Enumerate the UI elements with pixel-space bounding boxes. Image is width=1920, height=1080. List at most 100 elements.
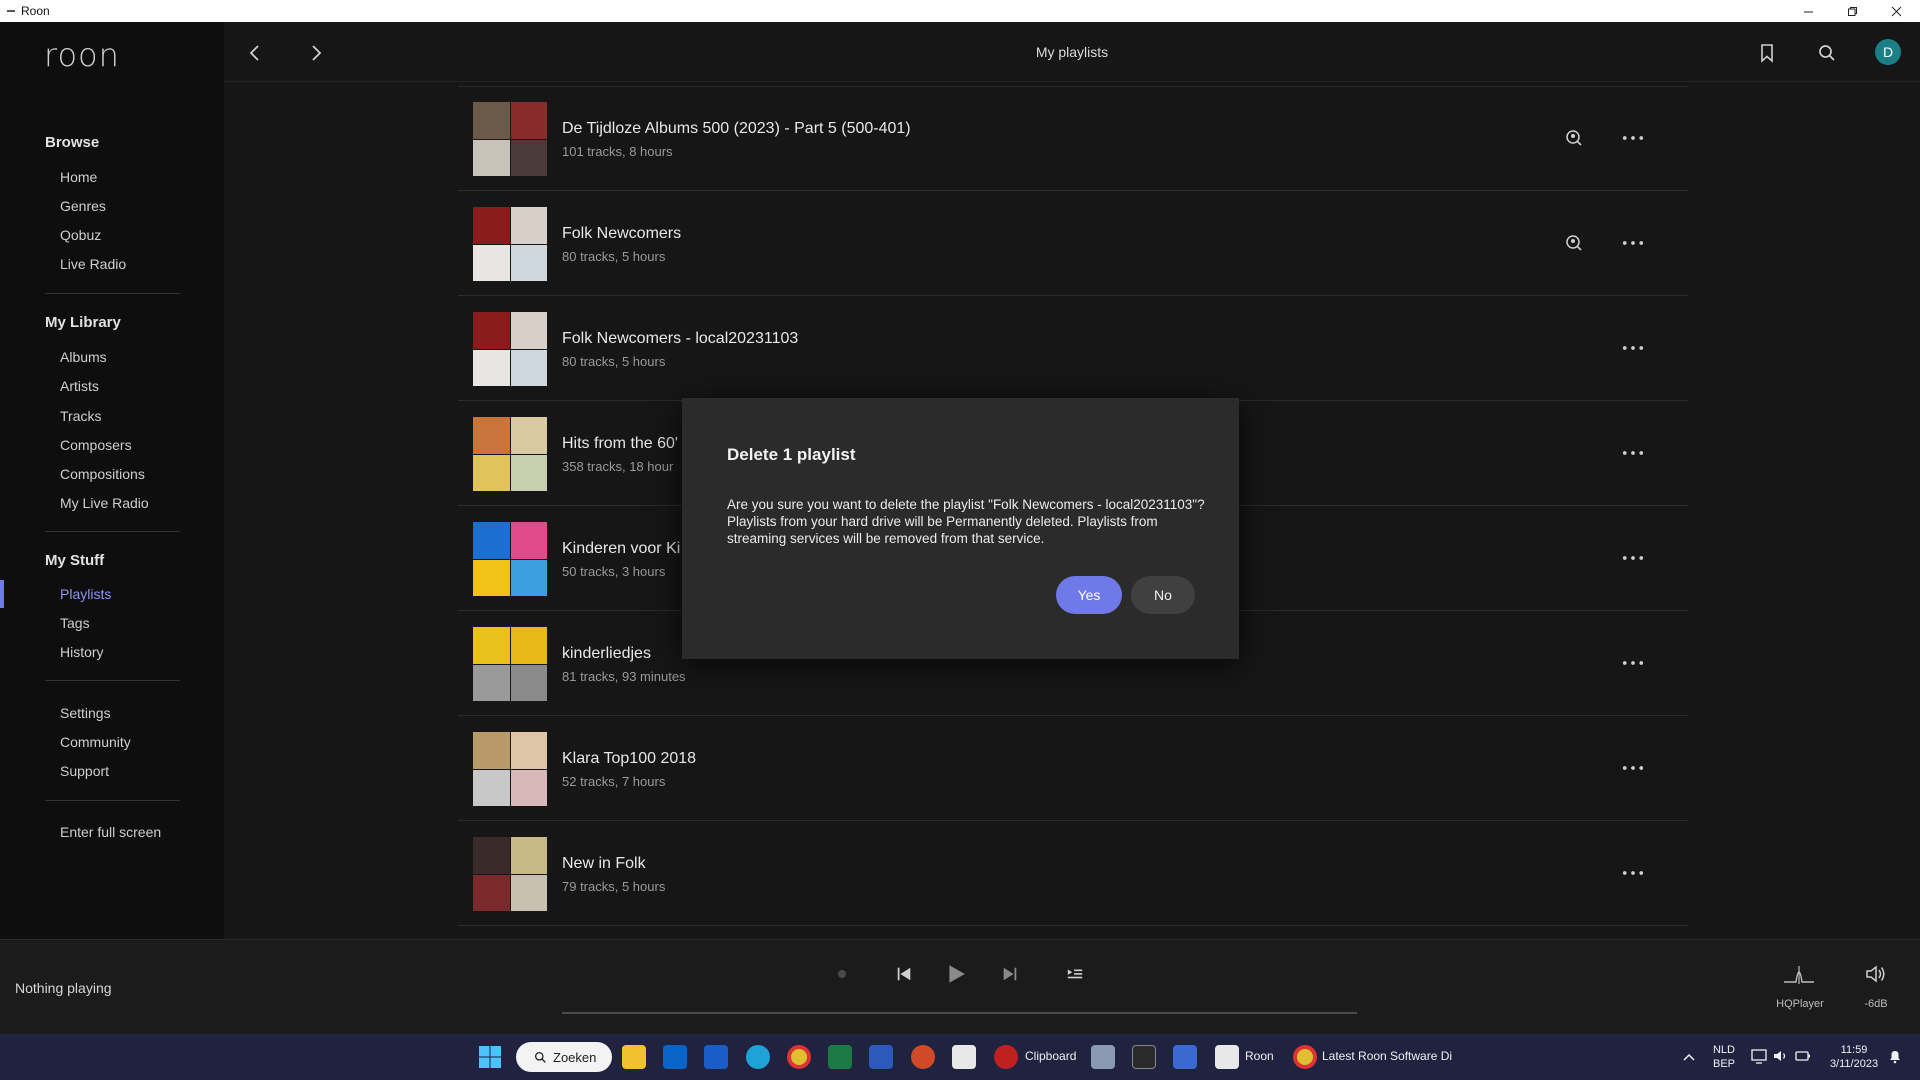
edge-icon[interactable] (746, 1045, 770, 1069)
roon-window-label[interactable]: Roon (1245, 1049, 1274, 1063)
word-icon[interactable] (869, 1045, 893, 1069)
sidebar-item-live-radio[interactable]: Live Radio (60, 256, 126, 272)
sidebar-item-genres[interactable]: Genres (60, 198, 106, 214)
more-options-button[interactable] (1621, 653, 1645, 673)
ellipsis-icon (1622, 556, 1644, 560)
queue-button[interactable] (1061, 960, 1089, 988)
bookmark-button[interactable] (1754, 40, 1780, 66)
playlist-cover (473, 522, 547, 596)
sidebar-item-tracks[interactable]: Tracks (60, 408, 101, 424)
next-track-button[interactable] (996, 960, 1024, 988)
network-icon[interactable] (1750, 1047, 1768, 1065)
playlist-row[interactable]: New in Folk 79 tracks, 5 hours (458, 821, 1688, 926)
playlist-name[interactable]: Kinderen voor Ki (562, 540, 680, 558)
clipboard-label[interactable]: Clipboard (1025, 1049, 1076, 1063)
outlook-classic-icon[interactable] (704, 1045, 728, 1069)
more-options-button[interactable] (1621, 443, 1645, 463)
windows-start-button[interactable] (478, 1045, 502, 1069)
volume-button[interactable] (1862, 960, 1890, 988)
restore-button[interactable] (1830, 0, 1874, 22)
playlist-row[interactable]: Folk Newcomers - local20231103 80 tracks… (458, 296, 1688, 401)
outlook-icon[interactable] (663, 1045, 687, 1069)
zone-button[interactable] (1782, 956, 1816, 990)
sidebar-item-my-live-radio[interactable]: My Live Radio (60, 495, 149, 511)
search-icon (1819, 45, 1835, 61)
playlist-meta: 79 tracks, 5 hours (562, 879, 666, 894)
roon-window-icon[interactable] (1215, 1045, 1239, 1069)
minimize-icon (1803, 11, 1813, 12)
sidebar-item-settings[interactable]: Settings (60, 705, 111, 721)
cover-tile (473, 664, 510, 701)
clock[interactable]: 11:59 3/11/2023 (1824, 1043, 1884, 1071)
previous-track-button[interactable] (890, 960, 918, 988)
store-icon[interactable] (1173, 1045, 1197, 1069)
powerpoint-icon[interactable] (911, 1045, 935, 1069)
sidebar-item-albums[interactable]: Albums (60, 349, 107, 365)
taskbar-search-label: Zoeken (553, 1049, 597, 1065)
chevron-up-icon (1683, 1053, 1695, 1061)
close-button[interactable] (1874, 0, 1918, 22)
sidebar-item-community[interactable]: Community (60, 734, 131, 750)
enter-full-screen-link[interactable]: Enter full screen (60, 824, 161, 840)
minimize-button[interactable] (1786, 0, 1830, 22)
playlist-name[interactable]: Hits from the 60' (562, 435, 678, 453)
input-language[interactable]: NLD BEP (1710, 1043, 1738, 1071)
roon-app-icon[interactable] (952, 1045, 976, 1069)
file-explorer-icon[interactable] (622, 1045, 646, 1069)
confirm-yes-button[interactable]: Yes (1056, 576, 1122, 614)
sidebar-item-compositions[interactable]: Compositions (60, 466, 145, 482)
more-options-button[interactable] (1621, 548, 1645, 568)
sidebar-item-home[interactable]: Home (60, 169, 97, 185)
excel-icon[interactable] (828, 1045, 852, 1069)
more-options-button[interactable] (1621, 758, 1645, 778)
playlist-name[interactable]: Folk Newcomers (562, 225, 681, 243)
more-options-button[interactable] (1621, 233, 1645, 253)
cover-tile (510, 837, 547, 874)
chrome-icon[interactable] (787, 1045, 811, 1069)
playlist-name[interactable]: De Tijdloze Albums 500 (2023) - Part 5 (… (562, 120, 911, 138)
language-code: NLD (1712, 1044, 1735, 1056)
sidebar-item-support[interactable]: Support (60, 763, 109, 779)
playlist-search-button[interactable] (1564, 233, 1584, 253)
chrome-window-label[interactable]: Latest Roon Software Di (1322, 1049, 1452, 1063)
playlist-row[interactable]: Klara Top100 2018 52 tracks, 7 hours (458, 716, 1688, 821)
sidebar-item-history[interactable]: History (60, 644, 104, 660)
playlist-row[interactable]: Folk Newcomers 80 tracks, 5 hours (458, 191, 1688, 296)
taskbar-search[interactable]: Zoeken (516, 1042, 612, 1072)
sidebar-item-qobuz[interactable]: Qobuz (60, 227, 101, 243)
ellipsis-icon (1622, 871, 1644, 875)
playlist-row[interactable]: De Tijdloze Albums 500 (2023) - Part 5 (… (458, 86, 1688, 191)
seek-bar[interactable] (562, 1012, 1357, 1014)
ellipsis-icon (1622, 451, 1644, 455)
terminal-icon[interactable] (1132, 1045, 1156, 1069)
clipboard-app-icon[interactable] (994, 1045, 1018, 1069)
playlist-name[interactable]: Klara Top100 2018 (562, 750, 696, 768)
speaker-icon[interactable] (1772, 1047, 1790, 1065)
cover-tile (473, 102, 510, 139)
cover-tile (473, 522, 510, 559)
chrome-window-icon[interactable] (1293, 1045, 1317, 1069)
play-button[interactable] (942, 960, 970, 988)
playlist-meta: 50 tracks, 3 hours (562, 564, 666, 579)
avatar[interactable]: D (1875, 39, 1901, 65)
notification-button[interactable] (1886, 1047, 1904, 1065)
more-options-button[interactable] (1621, 863, 1645, 883)
playlist-search-button[interactable] (1564, 128, 1584, 148)
playlist-name[interactable]: New in Folk (562, 855, 646, 873)
sidebar-item-tags[interactable]: Tags (60, 615, 90, 631)
playlist-name[interactable]: kinderliedjes (562, 645, 651, 663)
more-options-button[interactable] (1621, 128, 1645, 148)
network-app-icon[interactable] (1091, 1045, 1115, 1069)
sidebar-item-playlists[interactable]: Playlists (60, 586, 111, 602)
sidebar-item-artists[interactable]: Artists (60, 378, 99, 394)
sidebar-item-composers[interactable]: Composers (60, 437, 132, 453)
roon-logo[interactable]: roon (44, 36, 120, 74)
more-options-button[interactable] (1621, 338, 1645, 358)
search-button[interactable] (1814, 40, 1840, 66)
cancel-no-button[interactable]: No (1131, 576, 1195, 614)
battery-icon[interactable] (1794, 1047, 1812, 1065)
ellipsis-icon (1622, 766, 1644, 770)
show-hidden-icons-button[interactable] (1679, 1047, 1699, 1067)
cover-tile (473, 732, 510, 769)
playlist-name[interactable]: Folk Newcomers - local20231103 (562, 330, 798, 348)
